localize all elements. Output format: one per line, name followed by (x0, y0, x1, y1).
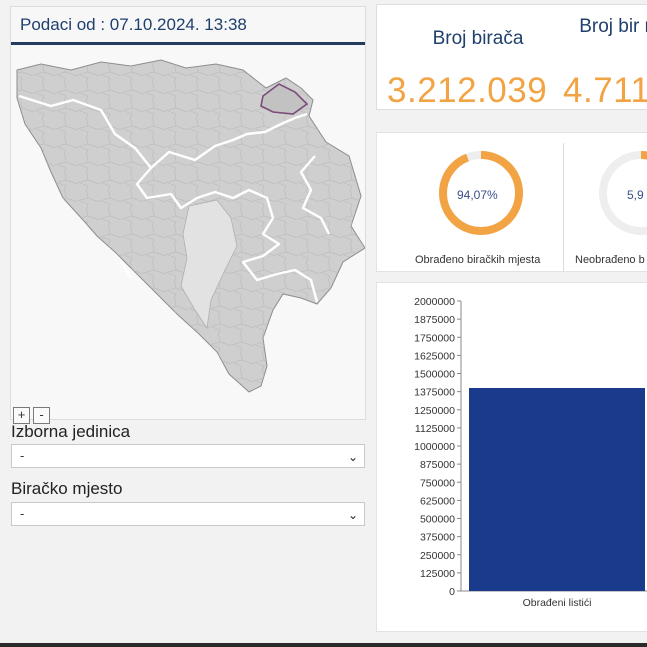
electoral-unit-value: - (20, 448, 25, 463)
y-tick-label: 250000 (420, 550, 455, 562)
x-tick-label: Obrađeni listići (523, 597, 592, 609)
bottom-rule (0, 643, 647, 647)
y-tick-label: 1500000 (414, 369, 455, 381)
y-tick-label: 0 (449, 586, 455, 598)
y-tick-label: 1375000 (414, 387, 455, 399)
processed-caption: Obrađeno biračkih mjesta (415, 254, 541, 266)
progress-donuts (439, 151, 647, 235)
unprocessed-caption: Neobrađeno b (575, 254, 645, 266)
y-tick-label: 125000 (420, 568, 455, 580)
map-header: Podaci od : 07.10.2024. 13:38 (11, 7, 365, 45)
y-tick-label: 1250000 (414, 405, 455, 417)
progress-card: 94,07% 5,9 Obrađeno biračkih mjesta Neob… (376, 132, 647, 272)
y-tick-label: 1875000 (414, 314, 455, 326)
stations-count-value: 4.711 (563, 71, 647, 110)
stats-card: Broj birača 3.212.039 Broj bir mjes 4.71… (376, 4, 647, 110)
y-tick-label: 375000 (420, 532, 455, 544)
ballots-bar-chart: 2000000 1875000 1750000 1625000 1500000 13750… (414, 296, 647, 609)
map-panel: Podaci od : 07.10.2024. 13:38 + - (10, 6, 366, 424)
y-tick-label: 1125000 (415, 423, 455, 435)
y-tick-label: 875000 (420, 459, 455, 471)
y-tick-label: 500000 (420, 514, 455, 526)
bih-map[interactable] (11, 48, 365, 398)
electoral-unit-select[interactable]: - ⌄ (11, 444, 365, 468)
data-date-label: Podaci od : 07.10.2024. 13:38 (20, 14, 247, 34)
chevron-down-icon: ⌄ (347, 508, 358, 522)
polling-station-select[interactable]: - ⌄ (11, 502, 365, 526)
divider (563, 143, 564, 271)
y-tick-label: 625000 (420, 495, 455, 507)
ballots-chart-card: 2000000 1875000 1750000 1625000 1500000 13750… (376, 282, 647, 632)
polling-station-label: Biračko mjesto (11, 479, 123, 498)
y-tick-label: 1750000 (414, 332, 455, 344)
stations-count-label: Broj bir mjes (579, 16, 647, 37)
processed-percent: 94,07% (457, 188, 498, 202)
bar[interactable] (469, 388, 645, 591)
unprocessed-percent: 5,9 (627, 188, 644, 202)
voters-count-value: 3.212.039 (387, 71, 548, 110)
voters-count-label: Broj birača (432, 28, 524, 49)
chevron-down-icon: ⌄ (347, 450, 358, 464)
y-tick-label: 1000000 (414, 441, 455, 453)
electoral-unit-label: Izborna jedinica (11, 422, 131, 441)
y-tick-label: 2000000 (414, 296, 455, 308)
y-tick-label: 1625000 (414, 350, 455, 362)
y-tick-label: 750000 (420, 477, 455, 489)
polling-station-value: - (20, 506, 25, 521)
